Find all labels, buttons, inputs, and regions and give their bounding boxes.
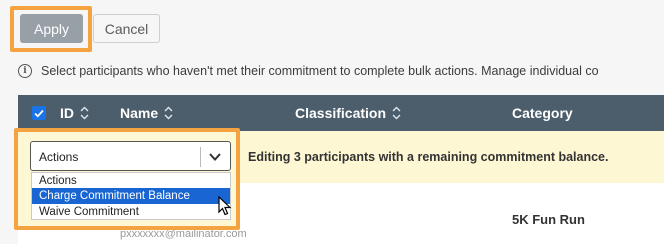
info-icon: i — [18, 64, 32, 78]
mouse-cursor-icon — [218, 196, 232, 216]
column-header-classification[interactable]: Classification — [295, 95, 401, 131]
apply-button[interactable]: Apply — [20, 14, 83, 43]
table-header: ID Name Classification Category — [18, 95, 664, 131]
actions-select[interactable]: Actions — [30, 141, 231, 171]
column-id-label: ID — [60, 105, 74, 121]
row-category: 5K Fun Run — [512, 212, 585, 227]
column-header-category[interactable]: Category — [512, 95, 573, 131]
column-classification-label: Classification — [295, 105, 387, 121]
check-icon — [34, 109, 44, 117]
column-header-name[interactable]: Name — [120, 95, 173, 131]
sort-icon[interactable] — [392, 106, 401, 120]
cancel-button[interactable]: Cancel — [93, 14, 160, 43]
chevron-down-icon[interactable] — [207, 150, 223, 164]
select-divider — [200, 147, 201, 167]
info-text: Select participants who haven't met thei… — [41, 64, 599, 78]
sort-icon[interactable] — [80, 106, 89, 120]
edit-message: Editing 3 participants with a remaining … — [248, 150, 609, 164]
option-actions[interactable]: Actions — [32, 173, 230, 189]
actions-select-value: Actions — [39, 150, 79, 164]
column-header-id[interactable]: ID — [60, 95, 89, 131]
toolbar: Apply Cancel — [0, 0, 664, 58]
column-name-label: Name — [120, 105, 159, 121]
page: Apply Cancel i Select participants who h… — [0, 0, 664, 244]
info-line: i Select participants who haven't met th… — [18, 62, 664, 80]
column-category-label: Category — [512, 105, 573, 121]
actions-options-list: Actions Charge Commitment Balance Waive … — [31, 172, 231, 220]
option-charge-commitment-balance[interactable]: Charge Commitment Balance — [32, 188, 230, 204]
select-all-checkbox[interactable] — [32, 106, 46, 120]
option-waive-commitment[interactable]: Waive Commitment — [32, 204, 230, 220]
sort-icon[interactable] — [164, 106, 173, 120]
